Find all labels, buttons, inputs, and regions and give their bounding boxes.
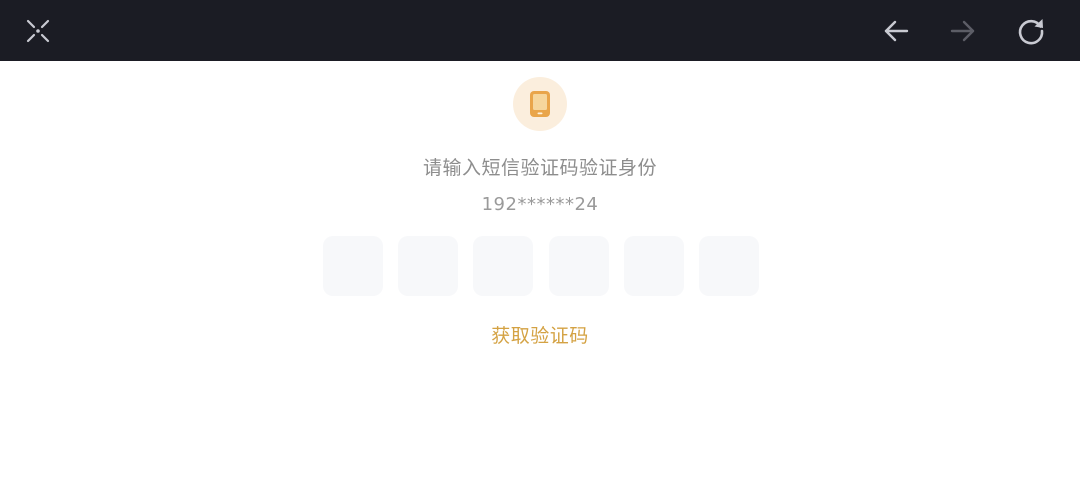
code-digit-2[interactable] <box>398 236 459 296</box>
code-digit-4[interactable] <box>548 236 609 296</box>
code-digit-5[interactable] <box>623 236 684 296</box>
code-digit-6[interactable] <box>698 236 759 296</box>
sms-verification-panel: 请输入短信验证码验证身份 192******24 获取验证码 <box>0 61 1080 502</box>
refresh-button[interactable] <box>1001 0 1061 61</box>
top-navigation-bar <box>0 0 1080 61</box>
phone-badge <box>513 77 567 131</box>
forward-button[interactable] <box>933 0 993 61</box>
code-digit-1[interactable] <box>323 236 383 296</box>
get-code-button[interactable]: 获取验证码 <box>440 321 640 348</box>
close-button[interactable] <box>8 0 68 61</box>
code-input-group <box>323 236 759 296</box>
arrow-left-icon <box>884 20 909 41</box>
arrow-right-icon <box>950 20 975 41</box>
refresh-icon <box>1018 18 1044 44</box>
back-button[interactable] <box>866 0 926 61</box>
verification-prompt: 请输入短信验证码验证身份 <box>422 157 657 179</box>
mobile-phone-icon <box>530 91 550 117</box>
code-digit-3[interactable] <box>473 236 534 296</box>
close-icon <box>26 19 50 42</box>
masked-phone-number: 192******24 <box>481 194 599 215</box>
